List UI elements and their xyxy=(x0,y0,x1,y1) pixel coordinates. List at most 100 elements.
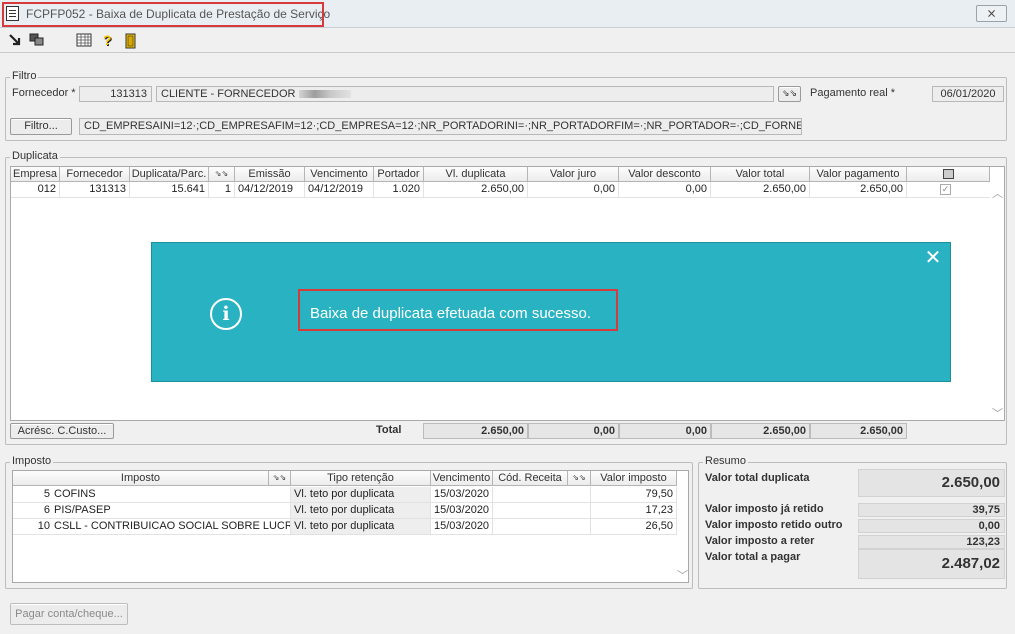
col-duplicata-parc[interactable]: Duplicata/Parc. xyxy=(130,167,209,182)
col-select-all[interactable] xyxy=(907,167,990,182)
total-valor-total: 2.650,00 xyxy=(711,423,810,439)
cell-code: 10 xyxy=(13,519,53,535)
cell-duplicata: 15.641 xyxy=(130,182,209,198)
fornecedor-name-field[interactable]: CLIENTE - FORNECEDOR xyxy=(156,86,774,102)
cell-code: 6 xyxy=(13,503,53,519)
windows-icon[interactable] xyxy=(29,33,45,49)
valor-total-duplicata-value: 2.650,00 xyxy=(858,469,1005,497)
cell-valor-juro: 0,00 xyxy=(528,182,619,198)
cell-empresa: 012 xyxy=(11,182,60,198)
cell-name: COFINS xyxy=(51,487,291,503)
col-valor-imposto[interactable]: Valor imposto xyxy=(591,471,677,486)
cell-name: CSLL - CONTRIBUICAO SOCIAL SOBRE LUCRO L xyxy=(51,519,291,535)
col-valor-pagamento[interactable]: Valor pagamento xyxy=(810,167,907,182)
pagar-conta-button[interactable]: Pagar conta/cheque... xyxy=(10,603,128,625)
total-label: Total xyxy=(376,424,402,436)
window-close-button[interactable]: ⨯ xyxy=(976,5,1007,22)
scroll-down-arrow[interactable]: ﹀ xyxy=(992,405,1003,421)
fornecedor-name-text: CLIENTE - FORNECEDOR xyxy=(161,88,296,100)
col-valor-desconto[interactable]: Valor desconto xyxy=(619,167,711,182)
cell-valor-total: 2.650,00 xyxy=(711,182,810,198)
cell-name: PIS/PASEP xyxy=(51,503,291,519)
imposto-ja-retido-value: 39,75 xyxy=(858,503,1005,517)
toolbar-divider xyxy=(0,52,1015,53)
help-icon[interactable]: ?? xyxy=(100,32,116,49)
cell-fornecedor: 131313 xyxy=(60,182,130,198)
col-portador[interactable]: Portador xyxy=(374,167,424,182)
cell-emissao: 04/12/2019 xyxy=(235,182,305,198)
info-icon: i xyxy=(210,298,242,330)
fornecedor-code-field[interactable]: 131313 xyxy=(79,86,152,102)
imposto-grid[interactable]: Imposto ⇘⇘ Tipo retenção Vencimento Cód.… xyxy=(12,470,689,583)
cell-valor: 26,50 xyxy=(591,519,677,535)
cell-tipo: Vl. teto por duplicata xyxy=(291,487,431,503)
row-checkbox[interactable]: ✓ xyxy=(940,184,951,195)
imposto-a-reter-label: Valor imposto a reter xyxy=(705,535,815,547)
fornecedor-label: Fornecedor * xyxy=(12,87,76,99)
total-valor-pagamento: 2.650,00 xyxy=(810,423,907,439)
export-icon[interactable] xyxy=(7,33,23,49)
close-icon[interactable]: ✕ xyxy=(924,248,942,268)
cell-cod-receita xyxy=(493,487,591,503)
valor-total-pagar-value: 2.487,02 xyxy=(858,549,1005,579)
cell-parcela: 1 xyxy=(209,182,235,198)
cell-cod-receita xyxy=(493,519,591,535)
imposto-group-label: Imposto xyxy=(10,455,54,467)
duplicata-group-label: Duplicata xyxy=(10,150,60,162)
redacted-text xyxy=(299,90,352,99)
cell-code: 5 xyxy=(13,487,53,503)
col-sort-toggle[interactable]: ⇘⇘ xyxy=(209,167,235,182)
total-valor-desconto: 0,00 xyxy=(619,423,711,439)
col-cod-receita[interactable]: Cód. Receita xyxy=(493,471,568,486)
cell-tipo: Vl. teto por duplicata xyxy=(291,519,431,535)
col-imposto-sort[interactable]: ⇘⇘ xyxy=(269,471,291,486)
filtro-group-label: Filtro xyxy=(10,70,39,82)
select-all-checkbox[interactable] xyxy=(943,169,954,179)
cell-vencimento: 15/03/2020 xyxy=(431,487,493,503)
col-vencimento[interactable]: Vencimento xyxy=(431,471,493,486)
col-emissao[interactable]: Emissão xyxy=(235,167,305,182)
cell-valor: 17,23 xyxy=(591,503,677,519)
scroll-up-arrow[interactable]: ︿ xyxy=(992,185,1003,201)
scroll-down-arrow[interactable]: ﹀ xyxy=(677,567,688,583)
total-vl-duplicata: 2.650,00 xyxy=(423,423,528,439)
col-fornecedor[interactable]: Fornecedor xyxy=(60,167,130,182)
col-tipo-retencao[interactable]: Tipo retenção xyxy=(291,471,431,486)
imposto-retido-outro-label: Valor imposto retido outro xyxy=(705,519,843,531)
filtro-expression-field[interactable]: CD_EMPRESAINI=12·;CD_EMPRESAFIM=12·;CD_E… xyxy=(79,118,802,135)
cell-tipo: Vl. teto por duplicata xyxy=(291,503,431,519)
resumo-group-label: Resumo xyxy=(703,455,748,467)
imposto-retido-outro-value: 0,00 xyxy=(858,519,1005,533)
col-empresa[interactable]: Empresa xyxy=(11,167,60,182)
success-toast: i Baixa de duplicata efetuada com sucess… xyxy=(151,242,951,382)
cell-select[interactable]: ✓ xyxy=(907,182,990,198)
cell-vencimento: 04/12/2019 xyxy=(305,182,374,198)
exit-door-icon[interactable] xyxy=(123,33,139,49)
col-imposto[interactable]: Imposto xyxy=(13,471,269,486)
col-valor-total[interactable]: Valor total xyxy=(711,167,810,182)
svg-text:?: ? xyxy=(103,33,112,48)
calendar-grid-icon[interactable] xyxy=(76,33,92,49)
fornecedor-lookup-button[interactable]: ⇘⇘ xyxy=(778,86,801,102)
cell-valor: 79,50 xyxy=(591,487,677,503)
pagamento-real-field[interactable]: 06/01/2020 xyxy=(932,86,1004,102)
cell-valor-pagamento: 2.650,00 xyxy=(810,182,907,198)
col-vl-duplicata[interactable]: Vl. duplicata xyxy=(424,167,528,182)
cell-vl-duplicata: 2.650,00 xyxy=(424,182,528,198)
cell-valor-desconto: 0,00 xyxy=(619,182,711,198)
pagamento-real-label: Pagamento real * xyxy=(810,87,895,99)
toast-message: Baixa de duplicata efetuada com sucesso. xyxy=(310,305,592,322)
imposto-ja-retido-label: Valor imposto já retido xyxy=(705,503,824,515)
col-vencimento[interactable]: Vencimento xyxy=(305,167,374,182)
total-valor-juro: 0,00 xyxy=(528,423,619,439)
cell-vencimento: 15/03/2020 xyxy=(431,503,493,519)
cell-cod-receita xyxy=(493,503,591,519)
acresc-c-custo-button[interactable]: Acrésc. C.Custo... xyxy=(10,423,114,439)
filtro-button[interactable]: Filtro... xyxy=(10,118,72,135)
valor-total-pagar-label: Valor total a pagar xyxy=(705,551,801,563)
valor-total-duplicata-label: Valor total duplicata xyxy=(705,472,810,484)
toolbar xyxy=(0,29,1015,51)
col-valor-juro[interactable]: Valor juro xyxy=(528,167,619,182)
title-highlight-box xyxy=(2,2,324,27)
col-cod-receita-sort[interactable]: ⇘⇘ xyxy=(568,471,591,486)
